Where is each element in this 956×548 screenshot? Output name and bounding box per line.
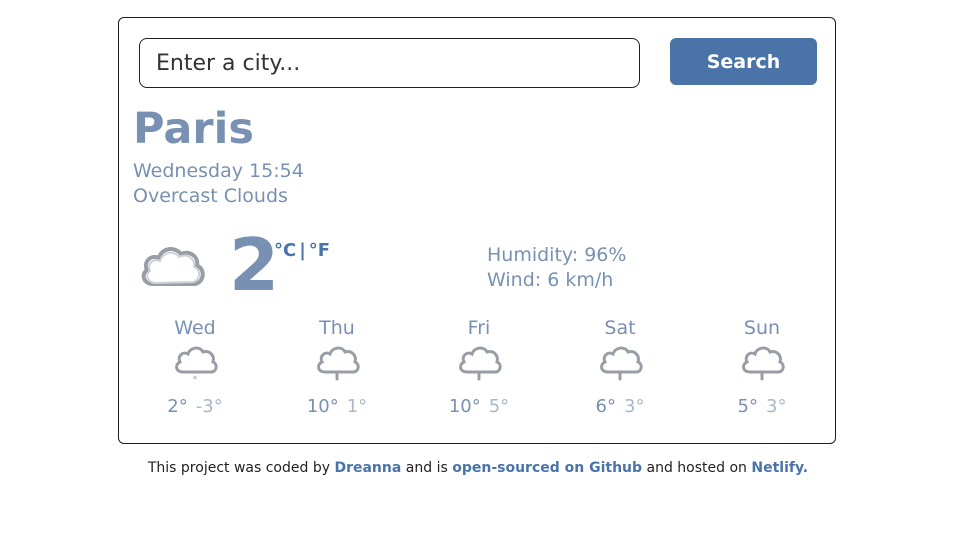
fahrenheit-link[interactable]: °F	[309, 240, 330, 261]
forecast-day: Sun 5° 3°	[712, 316, 812, 417]
forecast-min-temp: 3°	[766, 396, 787, 417]
forecast-min-temp: 1°	[346, 396, 368, 417]
forecast-day: Sat 6° 3°	[570, 316, 670, 417]
forecast-day: Wed * 2° -3°	[145, 316, 245, 417]
weather-description: Overcast Clouds	[133, 185, 288, 207]
github-link[interactable]: open-sourced on Github	[452, 460, 642, 476]
footer-text: and is	[405, 460, 448, 476]
celsius-link[interactable]: °C	[274, 240, 296, 261]
forecast-day-name: Thu	[319, 317, 355, 339]
forecast-max-temp: 10°	[448, 396, 481, 417]
wind-speed: Wind: 6 km/h	[487, 269, 614, 291]
forecast-min-temp: 3°	[624, 396, 645, 417]
svg-text:*: *	[193, 375, 198, 385]
forecast-day-name: Fri	[467, 317, 491, 339]
city-name: Paris	[133, 104, 254, 154]
forecast-day-name: Sat	[604, 317, 636, 339]
footer: This project was coded by Dreanna and is…	[0, 460, 956, 476]
cloud-icon	[141, 247, 205, 286]
forecast-day-name: Sun	[743, 317, 781, 339]
netlify-link[interactable]: Netlify.	[751, 460, 808, 476]
humidity: Humidity: 96%	[487, 244, 627, 266]
author-link[interactable]: Dreanna	[334, 460, 401, 476]
forecast-max-temp: 10°	[306, 396, 339, 417]
snow-icon: *	[175, 346, 218, 385]
forecast-day: Fri 10° 5°	[429, 316, 529, 417]
forecast: Wed * 2° -3° Thu 10° 1° Fri 10° 5° Sat 6…	[119, 316, 835, 426]
forecast-day-name: Wed	[174, 317, 216, 339]
footer-text: and hosted on	[646, 460, 747, 476]
footer-text: This project was coded by	[147, 460, 331, 476]
forecast-day: Thu 10° 1°	[287, 316, 387, 417]
current-temperature: 2	[229, 223, 280, 307]
forecast-max-temp: 5°	[737, 396, 758, 417]
weather-card: Search Paris Wednesday 15:54 Overcast Cl…	[118, 17, 836, 444]
unit-separator: |	[299, 240, 306, 261]
rain-icon	[459, 346, 502, 381]
forecast-max-temp: 6°	[595, 396, 616, 417]
current-datetime: Wednesday 15:54	[133, 160, 304, 182]
forecast-max-temp: 2°	[167, 396, 188, 417]
city-search-input[interactable]	[139, 38, 640, 88]
forecast-min-temp: -3°	[195, 396, 223, 417]
rain-icon	[742, 346, 785, 381]
rain-icon	[317, 346, 360, 381]
search-button[interactable]: Search	[670, 38, 817, 85]
unit-toggle: °C | °F	[274, 240, 330, 261]
forecast-min-temp: 5°	[488, 396, 510, 417]
rain-icon	[600, 346, 643, 381]
